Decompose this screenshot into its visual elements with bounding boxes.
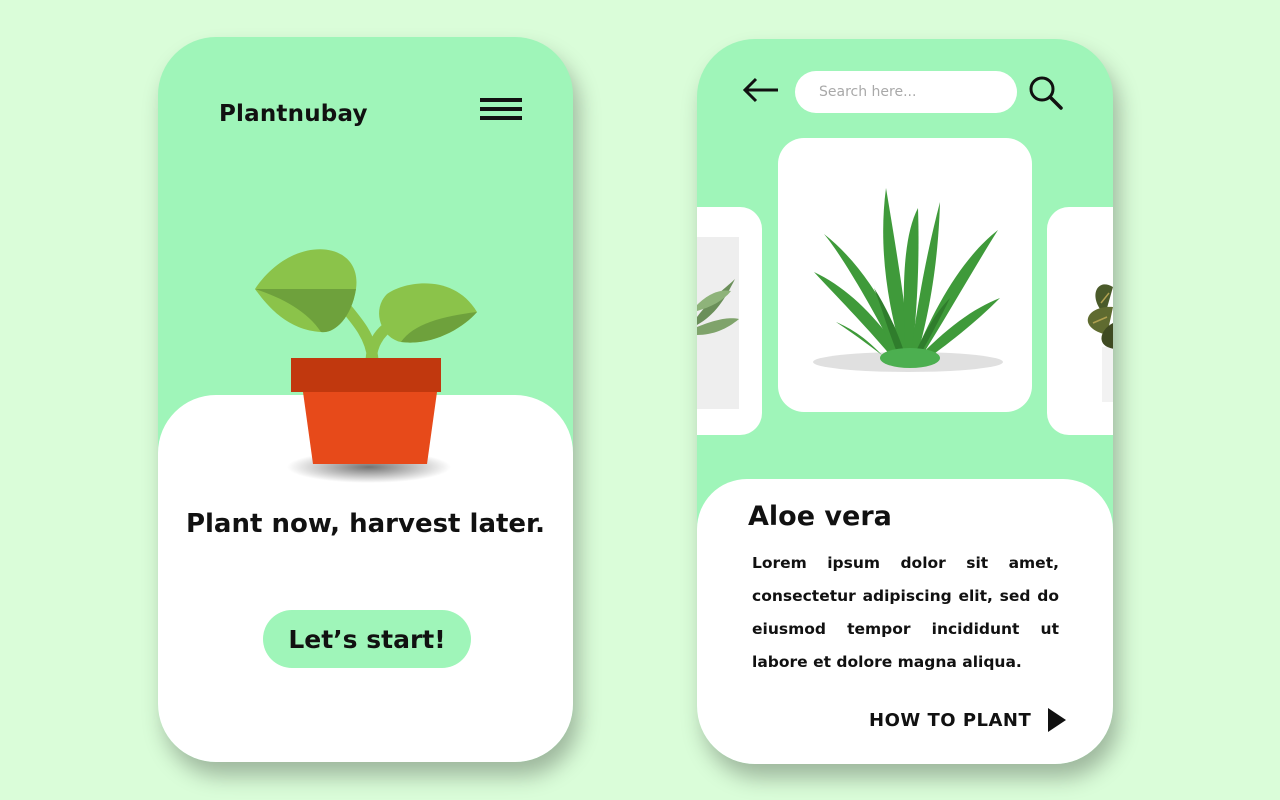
search-input[interactable] bbox=[795, 71, 1017, 113]
back-arrow-icon[interactable] bbox=[741, 75, 781, 105]
aloe-vera-image bbox=[813, 188, 1003, 372]
welcome-screen: Plantnubay Plant now, harvest later. Let… bbox=[158, 37, 573, 762]
potted-plant-illustration bbox=[255, 249, 477, 483]
brand-logo-text: Plantnubay bbox=[219, 101, 368, 127]
plant-card-previous[interactable] bbox=[697, 207, 762, 435]
plant-name-heading: Aloe vera bbox=[748, 501, 892, 532]
plant-card-next[interactable] bbox=[1047, 207, 1113, 435]
how-to-plant-label: HOW TO PLANT bbox=[869, 709, 1032, 731]
how-to-plant-link[interactable]: HOW TO PLANT bbox=[869, 704, 1067, 736]
striped-plant-image bbox=[697, 237, 739, 409]
lets-start-button[interactable]: Let’s start! bbox=[263, 610, 471, 668]
play-triangle-icon bbox=[1048, 708, 1067, 732]
plant-description: Lorem ipsum dolor sit amet, consectetur … bbox=[752, 554, 1059, 671]
search-icon[interactable] bbox=[1026, 73, 1066, 113]
plant-detail-screen: Aloe vera Lorem ipsum dolor sit amet, co… bbox=[697, 39, 1113, 764]
calathea-plant-image bbox=[1087, 284, 1113, 402]
plant-card-aloe-vera[interactable] bbox=[778, 138, 1032, 412]
tagline: Plant now, harvest later. bbox=[185, 509, 546, 539]
hamburger-menu-icon[interactable] bbox=[478, 95, 524, 125]
